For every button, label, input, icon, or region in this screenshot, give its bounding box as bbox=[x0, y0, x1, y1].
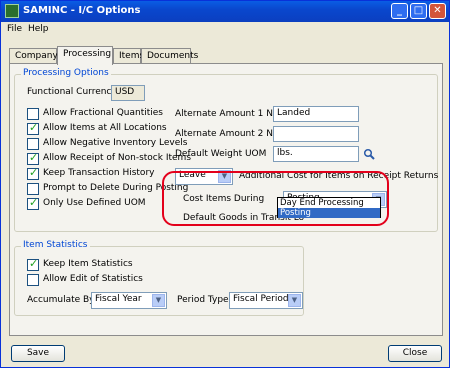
save-button[interactable]: Save bbox=[11, 345, 65, 362]
allow-negative-inventory-label: Allow Negative Inventory Levels bbox=[43, 138, 188, 148]
keep-transaction-history-label: Keep Transaction History bbox=[43, 168, 155, 178]
alt-amount-2-field[interactable] bbox=[273, 126, 359, 142]
accumulate-by-value: Fiscal Year bbox=[95, 294, 142, 304]
tab-items[interactable]: Items bbox=[113, 48, 144, 64]
allow-fractional-quantities-label: Allow Fractional Quantities bbox=[43, 108, 163, 118]
search-icon[interactable] bbox=[363, 148, 375, 160]
period-type-label: Period Type bbox=[177, 295, 229, 305]
allow-edit-statistics-checkbox[interactable] bbox=[27, 274, 39, 286]
allow-receipt-nonstock-checkbox[interactable] bbox=[27, 151, 39, 165]
maximize-button[interactable]: □ bbox=[410, 3, 427, 19]
chevron-down-icon[interactable]: ▼ bbox=[288, 294, 301, 307]
prompt-delete-posting-checkbox[interactable] bbox=[27, 183, 39, 195]
allow-items-all-locations-label: Allow Items at All Locations bbox=[43, 123, 167, 133]
app-icon bbox=[5, 4, 19, 18]
default-weight-uom-field[interactable]: lbs. bbox=[273, 146, 359, 162]
menu-bar: File Help bbox=[1, 22, 449, 38]
minimize-button[interactable]: _ bbox=[391, 3, 408, 19]
tab-strip: Company Processing Items Documents bbox=[9, 46, 439, 65]
item-statistics-title: Item Statistics bbox=[21, 240, 90, 250]
allow-edit-statistics-label: Allow Edit of Statistics bbox=[43, 274, 143, 284]
allow-negative-inventory-checkbox[interactable] bbox=[27, 138, 39, 150]
accumulate-by-select[interactable]: Fiscal Year ▼ bbox=[91, 292, 167, 309]
tab-processing[interactable]: Processing bbox=[57, 46, 113, 65]
keep-transaction-history-checkbox[interactable] bbox=[27, 166, 39, 180]
tab-documents[interactable]: Documents bbox=[141, 48, 198, 64]
tab-company[interactable]: Company bbox=[9, 48, 58, 64]
highlight-annotation bbox=[162, 171, 389, 226]
period-type-value: Fiscal Period bbox=[233, 294, 289, 304]
functional-currency-label: Functional Currency bbox=[27, 87, 117, 97]
processing-options-title: Processing Options bbox=[21, 68, 111, 78]
period-type-select[interactable]: Fiscal Period ▼ bbox=[229, 292, 303, 309]
ic-options-window: SAMINC - I/C Options _ □ ✕ File Help Com… bbox=[0, 0, 450, 368]
window-title: SAMINC - I/C Options bbox=[23, 5, 141, 16]
allow-fractional-quantities-checkbox[interactable] bbox=[27, 108, 39, 120]
only-use-defined-uom-checkbox[interactable] bbox=[27, 196, 39, 210]
alt-amount-1-field[interactable]: Landed bbox=[273, 106, 359, 122]
keep-item-statistics-checkbox[interactable] bbox=[27, 257, 39, 271]
default-weight-uom-label: Default Weight UOM bbox=[175, 149, 267, 159]
allow-receipt-nonstock-label: Allow Receipt of Non-stock Items bbox=[43, 153, 192, 163]
menu-file[interactable]: File bbox=[7, 24, 22, 34]
close-button[interactable]: Close bbox=[388, 345, 442, 362]
keep-item-statistics-label: Keep Item Statistics bbox=[43, 259, 133, 269]
chevron-down-icon[interactable]: ▼ bbox=[152, 294, 165, 307]
functional-currency-field: USD bbox=[111, 85, 145, 101]
only-use-defined-uom-label: Only Use Defined UOM bbox=[43, 198, 146, 208]
close-window-button[interactable]: ✕ bbox=[429, 3, 446, 19]
menu-help[interactable]: Help bbox=[28, 24, 49, 34]
allow-items-all-locations-checkbox[interactable] bbox=[27, 121, 39, 135]
item-statistics-group: Item Statistics Keep Item Statistics All… bbox=[14, 240, 304, 316]
title-bar[interactable]: SAMINC - I/C Options _ □ ✕ bbox=[1, 1, 449, 22]
accumulate-by-label: Accumulate By bbox=[27, 295, 95, 305]
